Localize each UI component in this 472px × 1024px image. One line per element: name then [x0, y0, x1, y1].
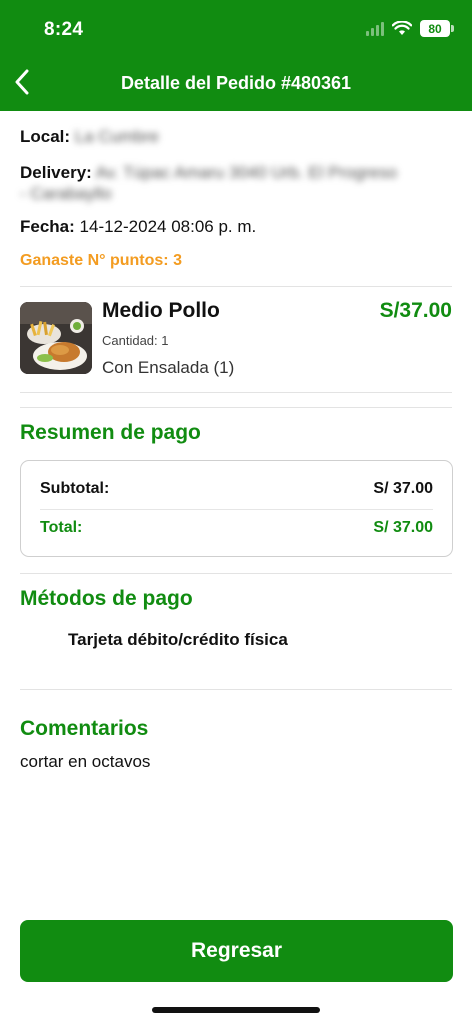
comment-text: cortar en octavos: [20, 752, 151, 771]
battery-icon: 80: [420, 20, 454, 37]
product-price: S/37.00: [379, 299, 452, 322]
divider: [20, 392, 452, 393]
total-value: S/ 37.00: [373, 519, 433, 536]
delivery-address-line1: Av. Túpac Amaru 3040 Urb. El Progreso: [95, 163, 398, 182]
points-earned: Ganaste N° puntos: 3: [20, 252, 182, 269]
local-value: La Cumbre: [74, 127, 159, 146]
delivery-row: Delivery: Av. Túpac Amaru 3040 Urb. El P…: [20, 162, 450, 204]
summary-title: Resumen de pago: [20, 421, 201, 444]
subtotal-row: Subtotal: S/ 37.00: [40, 480, 433, 498]
local-label: Local:: [20, 127, 71, 146]
total-row: Total: S/ 37.00: [40, 519, 433, 537]
divider: [20, 689, 452, 690]
delivery-label: Delivery:: [20, 163, 92, 182]
status-time: 8:24: [44, 19, 84, 40]
home-indicator[interactable]: [152, 1007, 320, 1013]
total-label: Total:: [40, 519, 83, 536]
header-bar: 8:24 80 Detalle del Pedido #480361: [0, 0, 472, 111]
subtotal-value: S/ 37.00: [373, 480, 433, 497]
delivery-address-line2: - Carabayllo: [20, 184, 112, 203]
payment-method: Tarjeta débito/crédito física: [68, 630, 288, 649]
date-value: 14-12-2024 08:06 p. m.: [79, 217, 257, 236]
product-image: [20, 302, 92, 374]
payment-title: Métodos de pago: [20, 587, 193, 610]
date-row: Fecha: 14-12-2024 08:06 p. m.: [20, 217, 256, 237]
signal-icon: [366, 21, 384, 36]
back-button[interactable]: Regresar: [20, 920, 453, 982]
date-label: Fecha:: [20, 217, 75, 236]
battery-level: 80: [428, 21, 442, 36]
divider: [20, 286, 452, 287]
status-icons: 80: [366, 20, 454, 37]
product-name: Medio Pollo: [102, 299, 220, 322]
comments-title: Comentarios: [20, 717, 149, 740]
summary-card: Subtotal: S/ 37.00 Total: S/ 37.00: [20, 460, 453, 557]
divider: [20, 407, 452, 408]
product-option: Con Ensalada (1): [102, 358, 235, 377]
local-row: Local: La Cumbre: [20, 127, 159, 147]
divider: [40, 509, 433, 510]
wifi-icon: [392, 21, 412, 35]
page-title: Detalle del Pedido #480361: [120, 73, 352, 93]
divider: [20, 573, 452, 574]
subtotal-label: Subtotal:: [40, 480, 110, 497]
product-quantity: Cantidad: 1: [102, 333, 169, 348]
